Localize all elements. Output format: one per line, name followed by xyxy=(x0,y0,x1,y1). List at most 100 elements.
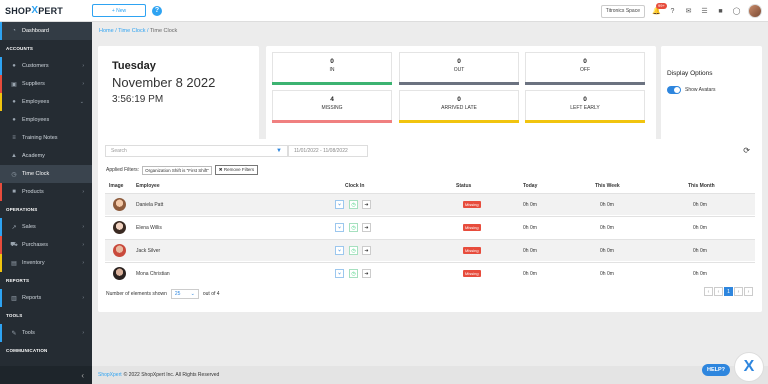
sidebar-item-label: Products xyxy=(22,189,44,195)
stat-label: IN xyxy=(329,67,335,73)
stat-label: MISSING xyxy=(321,105,343,111)
stat-bar xyxy=(272,82,392,85)
sidebar-item-suppliers[interactable]: ▣ Suppliers › xyxy=(0,75,92,93)
remove-filters-button[interactable]: ✖ Remove Filters xyxy=(214,165,259,175)
fork-icon[interactable]: ⑂ xyxy=(335,246,344,255)
employee-name: Daniela Patt xyxy=(136,202,164,208)
today-value: 0h 0m xyxy=(523,202,537,208)
date-range-input[interactable]: 11/01/2022 - 11/08/2022 xyxy=(288,145,368,157)
week-value: 0h 0m xyxy=(600,248,614,254)
sidebar-item-label: Academy xyxy=(22,153,45,159)
filter-chip[interactable]: Organization Shift is "First Shift" xyxy=(142,165,212,175)
employee-name: Jack Silver xyxy=(136,248,161,254)
search-input[interactable]: Search ▼ xyxy=(105,145,288,157)
show-avatars-label: Show Avatars xyxy=(685,87,716,93)
table-row[interactable]: Elena Willis ⑂ ◷ ➜ Missing 0h 0m 0h 0m 0… xyxy=(105,216,755,238)
sidebar-item-label: Time Clock xyxy=(22,171,50,177)
chat-icon[interactable]: ✉ xyxy=(684,7,693,16)
section-header-communication: COMMUNICATION xyxy=(6,348,48,353)
refresh-icon[interactable]: ⟳ xyxy=(743,146,750,155)
section-header-reports: REPORTS xyxy=(6,278,30,283)
stat-arrived-late[interactable]: 0 ARRIVED LATE xyxy=(399,90,519,123)
time-clock-table-card: Search ▼ 11/01/2022 - 11/08/2022 ⟳ Applie… xyxy=(98,139,762,312)
sign-in-icon[interactable]: ➜ xyxy=(362,246,371,255)
graduation-icon: ▲ xyxy=(11,153,17,159)
today-value: 0h 0m xyxy=(523,225,537,231)
clock-icon[interactable]: ◷ xyxy=(349,223,358,232)
question-icon[interactable]: ? xyxy=(668,7,677,16)
stat-missing[interactable]: 4 MISSING xyxy=(272,90,392,123)
stat-value: 0 xyxy=(457,96,461,103)
breadcrumb-home[interactable]: Home xyxy=(99,28,114,34)
top-right-tools: Titronics Space 🔔 99+ ? ✉ ☰ ■ ◯ xyxy=(600,0,762,22)
breadcrumb-time-clock[interactable]: Time Clock xyxy=(118,28,145,34)
elements-label: Number of elements shown xyxy=(106,291,167,297)
help-x-logo-icon[interactable]: X xyxy=(734,352,764,382)
sidebar-subitem-training-notes[interactable]: ≡ Training Notes xyxy=(0,129,92,147)
sidebar-item-label: Employees xyxy=(22,117,50,123)
table-header: Image Employee Clock In Status Today Thi… xyxy=(105,180,755,193)
sidebar-item-customers[interactable]: ● Customers › xyxy=(0,57,92,75)
page-1-button[interactable]: 1 xyxy=(724,287,733,296)
page-last-button[interactable]: › xyxy=(744,287,753,296)
pagination: ‹ ‹ 1 › › xyxy=(704,287,753,296)
bell-icon[interactable]: 🔔 99+ xyxy=(652,2,667,16)
footer-brand-link[interactable]: ShopXpert xyxy=(98,372,122,378)
page-first-button[interactable]: ‹ xyxy=(704,287,713,296)
stat-left-early[interactable]: 0 LEFT EARLY xyxy=(525,90,645,123)
user-avatar[interactable] xyxy=(748,4,762,18)
sidebar-item-label: Customers xyxy=(22,63,49,69)
table-row[interactable]: Daniela Patt ⑂ ◷ ➜ Missing 0h 0m 0h 0m 0… xyxy=(105,193,755,215)
sidebar-subitem-time-clock[interactable]: ◷ Time Clock xyxy=(0,165,92,183)
sidebar-item-reports[interactable]: ▥ Reports › xyxy=(0,289,92,307)
sign-in-icon[interactable]: ➜ xyxy=(362,269,371,278)
comment-icon[interactable]: ◯ xyxy=(732,7,741,16)
stat-in[interactable]: 0 IN xyxy=(272,52,392,85)
box-icon: ■ xyxy=(12,189,16,195)
table-row[interactable]: Mona Christian ⑂ ◷ ➜ Missing 0h 0m 0h 0m… xyxy=(105,262,755,284)
sidebar-subitem-employees[interactable]: ● Employees xyxy=(0,111,92,129)
sidebar-collapse-button[interactable]: ‹ xyxy=(0,366,92,384)
fork-icon[interactable]: ⑂ xyxy=(335,223,344,232)
logo[interactable]: SHOP X PERT xyxy=(0,5,92,16)
messages-icon[interactable]: ☰ xyxy=(700,7,709,16)
applied-filters: Applied Filters: Organization Shift is "… xyxy=(106,165,259,175)
clock-icon[interactable]: ◷ xyxy=(349,200,358,209)
logo-text-right: PERT xyxy=(38,5,63,16)
fork-icon[interactable]: ⑂ xyxy=(335,269,344,278)
sign-in-icon[interactable]: ➜ xyxy=(362,200,371,209)
sidebar-item-inventory[interactable]: ▤ Inventory › xyxy=(0,254,92,272)
sidebar-item-sales[interactable]: ↗ Sales › xyxy=(0,218,92,236)
fork-icon[interactable]: ⑂ xyxy=(335,200,344,209)
sidebar-item-dashboard[interactable]: ◔ Dashboard xyxy=(0,22,92,40)
per-page-select[interactable]: 25 ⌄ xyxy=(170,289,199,299)
table-row[interactable]: Jack Silver ⑂ ◷ ➜ Missing 0h 0m 0h 0m 0h… xyxy=(105,239,755,261)
help-icon[interactable]: ? xyxy=(152,5,162,16)
new-button[interactable]: + New xyxy=(92,4,146,17)
stat-bar xyxy=(272,120,392,123)
sidebar-subitem-academy[interactable]: ▲ Academy xyxy=(0,147,92,165)
logo-x: X xyxy=(31,5,39,16)
stat-out[interactable]: 0 OUT xyxy=(399,52,519,85)
stat-off[interactable]: 0 OFF xyxy=(525,52,645,85)
col-this-month: This Month xyxy=(688,183,715,189)
chevron-right-icon: › xyxy=(82,330,84,336)
sidebar-item-purchases[interactable]: ⛟ Purchases › xyxy=(0,236,92,254)
space-selector[interactable]: Titronics Space xyxy=(600,4,645,18)
day-label: Tuesday xyxy=(112,60,156,72)
clock-icon[interactable]: ◷ xyxy=(349,269,358,278)
sidebar-item-products[interactable]: ■ Products › xyxy=(0,183,92,201)
stats-card: 0 IN 0 OUT 0 OFF 4 MISSING 0 ARRIVED LATE 0 LE… xyxy=(266,46,656,152)
help-chat-button[interactable]: HELP? xyxy=(701,364,730,376)
sign-in-icon[interactable]: ➜ xyxy=(362,223,371,232)
page-prev-button[interactable]: ‹ xyxy=(714,287,723,296)
clock-icon[interactable]: ◷ xyxy=(349,246,358,255)
filter-icon[interactable]: ▼ xyxy=(276,148,282,154)
show-avatars-toggle[interactable] xyxy=(667,86,681,94)
stat-bar xyxy=(399,120,519,123)
chevron-right-icon: › xyxy=(82,81,84,87)
sidebar-item-tools[interactable]: ✎ Tools › xyxy=(0,324,92,342)
sidebar-item-employees[interactable]: ● Employees ⌄ xyxy=(0,93,92,111)
page-next-button[interactable]: › xyxy=(734,287,743,296)
lock-icon[interactable]: ■ xyxy=(716,7,725,16)
